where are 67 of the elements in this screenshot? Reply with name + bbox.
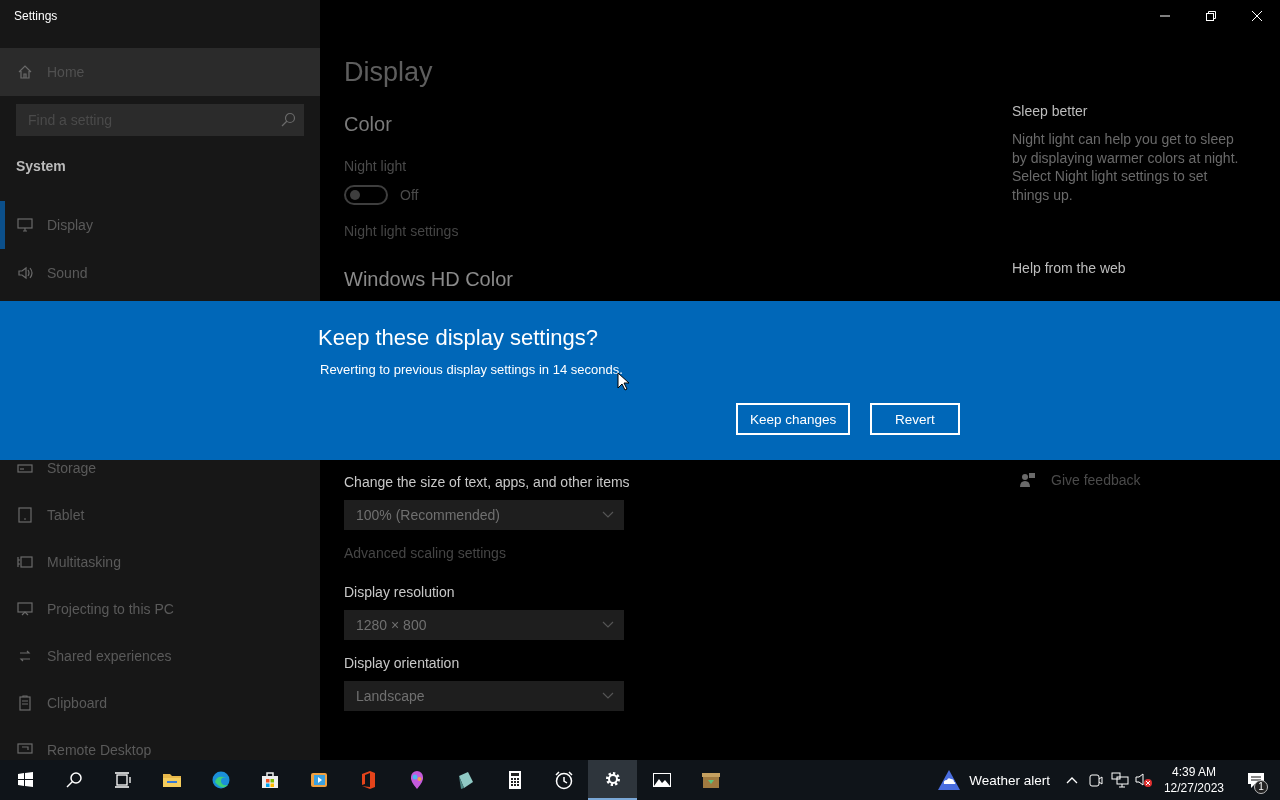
clock[interactable]: 4:39 AM 12/27/2023 [1155, 764, 1232, 796]
multitasking-icon [17, 554, 33, 570]
store-icon [259, 770, 280, 790]
setting-label: Display orientation [344, 654, 460, 673]
notification-button[interactable]: 1 [1232, 760, 1280, 800]
toggle-switch[interactable] [344, 185, 388, 205]
clock-date: 12/27/2023 [1163, 780, 1224, 796]
sidebar-item[interactable]: Projecting to this PC [0, 601, 320, 617]
clock-time: 4:39 AM [1171, 764, 1216, 780]
network-icon [1110, 772, 1129, 788]
muted-speaker-icon [1134, 772, 1153, 788]
tablet-icon [17, 507, 33, 523]
dropdown[interactable]: Landscape [344, 681, 624, 711]
chevron-icon [602, 621, 614, 629]
settings-link[interactable]: Night light settings [344, 221, 459, 241]
cursor-icon [617, 372, 629, 391]
feedback-link[interactable]: Give feedback [1020, 472, 1141, 488]
shared-icon [17, 648, 33, 664]
aside-heading: Help from the web [1012, 259, 1126, 278]
close-icon [1252, 11, 1262, 21]
home-icon [17, 64, 33, 80]
sidebar-item[interactable]: Tablet [0, 507, 320, 523]
window-title: Settings [13, 8, 58, 25]
setting-label: Display resolution [344, 583, 455, 602]
projector-icon [17, 601, 33, 617]
media-player-icon [308, 770, 329, 790]
alarm-clock-icon [553, 770, 574, 790]
setting-label: Night light [344, 157, 407, 176]
camera-icon [1088, 772, 1103, 788]
sidebar-item[interactable]: Sound [0, 249, 320, 297]
dialog-message: Reverting to previous display settings in 14 seconds. [320, 361, 623, 379]
chevron-icon [602, 692, 614, 700]
monitor-icon [17, 217, 33, 233]
speaker-icon [17, 265, 33, 281]
sidebar-item[interactable]: Shared experiences [0, 648, 320, 664]
dialog-title: Keep these display settings? [318, 324, 599, 352]
clipboard-icon [17, 695, 33, 711]
page-title: Display [344, 56, 433, 89]
sidebar-item[interactable]: Remote Desktop [0, 742, 320, 758]
task-view-icon [112, 770, 133, 790]
toggle-state: Off [400, 186, 419, 205]
photo-icon [651, 770, 672, 790]
setting-label: Change the size of text, apps, and other items [344, 473, 630, 492]
section-heading: System [16, 157, 66, 176]
taskbar-app[interactable] [588, 760, 637, 800]
sidebar-item[interactable]: Multitasking [0, 554, 320, 570]
settings-link[interactable]: Advanced scaling settings [344, 543, 506, 563]
dropdown[interactable]: 100% (Recommended) [344, 500, 624, 530]
aside-heading: Sleep better [1012, 102, 1088, 121]
aside-text: Night light can help you get to sleep by displaying warmer colors at night. Select Night light settings to set things up. [1012, 130, 1240, 204]
sidebar-item[interactable]: Clipboard [0, 695, 320, 711]
package-icon [700, 770, 721, 790]
browser-icon [210, 770, 231, 790]
section-heading: Color [344, 112, 392, 137]
section-heading: Windows HD Color [344, 267, 513, 292]
feedback-icon [1020, 473, 1035, 487]
sidebar-item[interactable]: Storage [0, 460, 320, 476]
restore-icon [1206, 11, 1216, 21]
dropdown[interactable]: 1280 × 800 [344, 610, 624, 640]
chevron-up-icon [1065, 776, 1078, 784]
search-icon [280, 112, 296, 128]
weather-button[interactable]: Weather alert [927, 769, 1060, 791]
keep-button[interactable]: Keep changes [736, 403, 850, 435]
notification-count: 1 [1254, 780, 1268, 794]
chevron-icon [602, 511, 614, 519]
revert-button[interactable]: Revert [870, 403, 960, 435]
cloud-icon [937, 769, 962, 791]
